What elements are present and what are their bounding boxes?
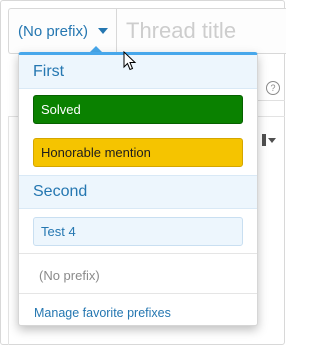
- toolbar-icon[interactable]: [262, 134, 266, 146]
- prefix-option-label: Test 4: [41, 224, 76, 239]
- mouse-pointer-icon: [123, 51, 137, 71]
- divider: [19, 293, 257, 294]
- prefix-option-label: Honorable mention: [41, 145, 151, 160]
- prefix-dropdown-label: (No prefix): [18, 22, 89, 40]
- group-header-first: First: [19, 55, 257, 89]
- thread-title-input[interactable]: [118, 9, 284, 53]
- chevron-down-icon: [98, 28, 109, 34]
- group-label: First: [33, 62, 65, 80]
- chevron-down-icon[interactable]: [268, 138, 276, 143]
- prefix-menu: First Solved Honorable mention Second Te…: [18, 52, 258, 326]
- prefix-option-honorable-mention[interactable]: Honorable mention: [33, 138, 243, 167]
- prefix-option-solved[interactable]: Solved: [33, 95, 243, 124]
- prefix-option-test-4[interactable]: Test 4: [33, 217, 243, 246]
- prefix-option-label: Solved: [41, 102, 81, 117]
- no-prefix-option[interactable]: (No prefix): [39, 268, 100, 283]
- help-icon[interactable]: ?: [266, 81, 280, 95]
- group-label: Second: [33, 183, 88, 200]
- manage-favorite-prefixes-link[interactable]: Manage favorite prefixes: [34, 306, 171, 320]
- divider: [8, 116, 9, 345]
- divider: [19, 253, 257, 254]
- divider: [258, 100, 285, 101]
- group-header-second: Second: [19, 175, 257, 209]
